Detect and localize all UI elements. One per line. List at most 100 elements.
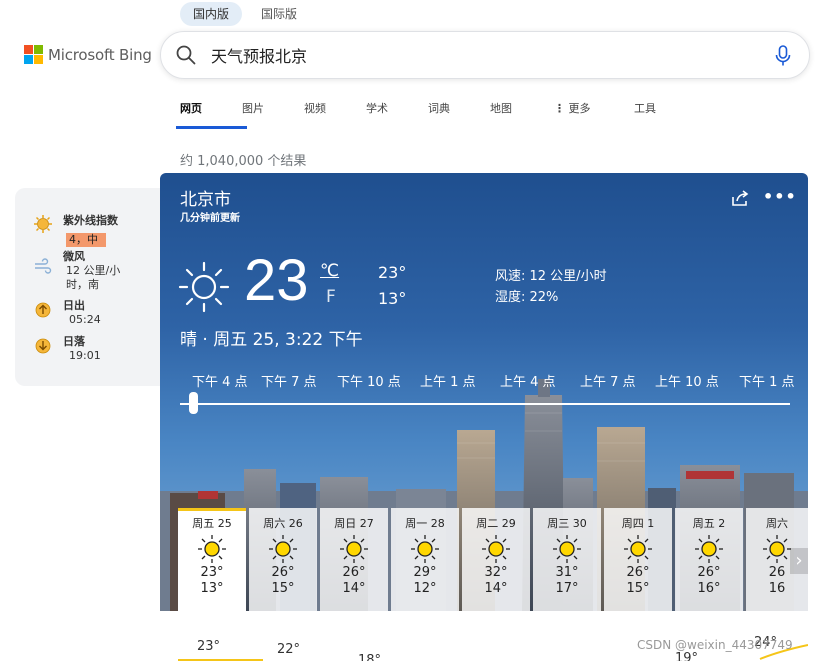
day-low: 17°	[555, 581, 579, 596]
logo-text: Microsoft Bing	[48, 45, 152, 64]
nav-label: 图片	[242, 102, 264, 115]
nav-label: 更多	[568, 102, 591, 115]
weather-card: 北京市 几分钟前更新 ••• 23 ℃ F 23° 13° 风速: 12 公里/…	[160, 173, 808, 661]
time-slider-track[interactable]	[180, 403, 790, 405]
nav-images[interactable]: 图片	[242, 100, 304, 128]
more-dots-icon: ⋮	[554, 102, 565, 115]
sunny-icon	[198, 535, 226, 563]
humidity: 湿度: 22%	[495, 290, 559, 305]
graph-temp-label: 19°	[675, 651, 699, 661]
nav-videos[interactable]: 视频	[304, 100, 366, 128]
day-card[interactable]: 周二 29 32° 14°	[462, 508, 530, 611]
hour-label[interactable]: 下午 1 点	[739, 371, 795, 390]
region-tab-international[interactable]: 国际版	[248, 2, 310, 26]
day-high: 26°	[626, 565, 650, 580]
day-card[interactable]: 周五 2 26° 16°	[675, 508, 743, 611]
day-high: 29°	[413, 565, 437, 580]
day-card[interactable]: 周五 25 23° 13°	[178, 508, 246, 611]
sunny-icon	[695, 535, 723, 563]
celsius-toggle[interactable]: ℃	[320, 261, 339, 281]
hour-label[interactable]: 上午 7 点	[580, 371, 636, 390]
uv-value: 4，中	[66, 233, 106, 247]
nav-web[interactable]: 网页	[176, 100, 247, 129]
microphone-icon[interactable]	[775, 45, 791, 67]
nav-tools[interactable]: 工具	[634, 100, 674, 128]
more-options-icon[interactable]: •••	[763, 189, 797, 205]
day-card[interactable]: 周日 27 26° 14°	[320, 508, 388, 611]
day-low: 12°	[413, 581, 437, 596]
day-name: 周六 26	[263, 517, 303, 530]
day-high: 32°	[484, 565, 508, 580]
day-name: 周四 1	[621, 517, 655, 530]
hour-label[interactable]: 上午 1 点	[420, 371, 476, 390]
sunny-icon	[624, 535, 652, 563]
sunrise-label: 日出	[63, 299, 85, 312]
temperature-graph-line	[178, 644, 808, 661]
city-name[interactable]: 北京市	[180, 185, 231, 210]
sunny-icon	[269, 535, 297, 563]
nav-label: 学术	[366, 102, 388, 115]
day-name: 周六	[766, 517, 788, 530]
search-input[interactable]	[211, 45, 751, 64]
today-low: 13°	[378, 289, 407, 308]
uv-index-row: 紫外线指数 4，中	[33, 214, 118, 247]
wind-icon	[35, 258, 52, 274]
graph-temp-label: 23°	[197, 639, 221, 654]
uv-label: 紫外线指数	[63, 214, 118, 227]
sunset-value: 19:01	[69, 349, 101, 362]
bing-weather-page: 国内版 国际版 Microsoft Bing 网页 图片 视频 学术 词典 地图…	[0, 0, 832, 661]
region-tabs: 国内版 国际版	[180, 2, 310, 26]
sunset-label: 日落	[63, 335, 85, 348]
wind-value-line-1: 12 公里/小	[66, 264, 121, 277]
day-low: 16°	[697, 581, 721, 596]
today-high: 23°	[378, 263, 407, 282]
nav-more[interactable]: ⋮ 更多	[554, 100, 634, 128]
sunny-icon	[340, 535, 368, 563]
day-card[interactable]: 周四 1 26° 15°	[604, 508, 672, 611]
day-high: 26°	[697, 565, 721, 580]
chevron-right-icon[interactable]: ›	[790, 548, 808, 574]
hour-label[interactable]: 下午 7 点	[261, 371, 317, 390]
nav-dictionary[interactable]: 词典	[428, 100, 490, 128]
hour-label[interactable]: 下午 4 点	[192, 371, 248, 390]
day-card[interactable]: 周六 26 26° 15°	[249, 508, 317, 611]
updated-time: 几分钟前更新	[180, 213, 240, 224]
wind-speed: 风速: 12 公里/小时	[495, 269, 607, 284]
nav-maps[interactable]: 地图	[490, 100, 554, 128]
fahrenheit-toggle[interactable]: F	[326, 287, 336, 307]
day-name: 周三 30	[547, 517, 587, 530]
search-nav: 网页 图片 视频 学术 词典 地图 ⋮ 更多 工具	[176, 100, 674, 129]
nav-label: 视频	[304, 102, 326, 115]
day-name: 周五 2	[692, 517, 726, 530]
sunny-icon	[178, 261, 230, 313]
nav-academic[interactable]: 学术	[366, 100, 428, 128]
day-name: 周一 28	[405, 517, 445, 530]
day-high: 26°	[342, 565, 366, 580]
wind-row: 微风 12 公里/小 时，南	[33, 250, 120, 292]
sunset-icon	[35, 338, 51, 354]
weather-hero: 北京市 几分钟前更新 ••• 23 ℃ F 23° 13° 风速: 12 公里/…	[160, 173, 808, 611]
time-slider-thumb[interactable]	[189, 392, 198, 414]
sunny-icon	[482, 535, 510, 563]
hour-label[interactable]: 上午 10 点	[655, 371, 719, 390]
day-card[interactable]: 周三 30 31° 17°	[533, 508, 601, 611]
day-name: 周日 27	[334, 517, 374, 530]
sunny-icon	[411, 535, 439, 563]
day-card[interactable]: 周一 28 29° 12°	[391, 508, 459, 611]
hour-label[interactable]: 下午 10 点	[337, 371, 401, 390]
sunrise-icon	[35, 302, 51, 318]
sunrise-row: 日出 05:24	[33, 299, 101, 327]
nav-label: 地图	[490, 102, 512, 115]
share-icon[interactable]	[731, 189, 751, 207]
daily-forecast: 周五 25 23° 13° 周六 26 26° 15° 周日 27 26° 14…	[178, 508, 808, 611]
search-icon[interactable]	[175, 44, 197, 66]
sunset-row: 日落 19:01	[33, 335, 101, 363]
hour-label[interactable]: 上午 4 点	[500, 371, 556, 390]
region-tab-domestic[interactable]: 国内版	[180, 2, 243, 26]
watermark: CSDN @weixin_44307749	[637, 638, 793, 652]
day-low: 14°	[342, 581, 366, 596]
day-name: 周二 29	[476, 517, 516, 530]
bing-logo[interactable]: Microsoft Bing	[24, 45, 152, 64]
hourly-timeline: 下午 4 点 下午 7 点 下午 10 点 上午 1 点 上午 4 点 上午 7…	[160, 371, 808, 391]
weather-description: 晴 · 周五 25, 3:22 下午	[180, 330, 363, 350]
